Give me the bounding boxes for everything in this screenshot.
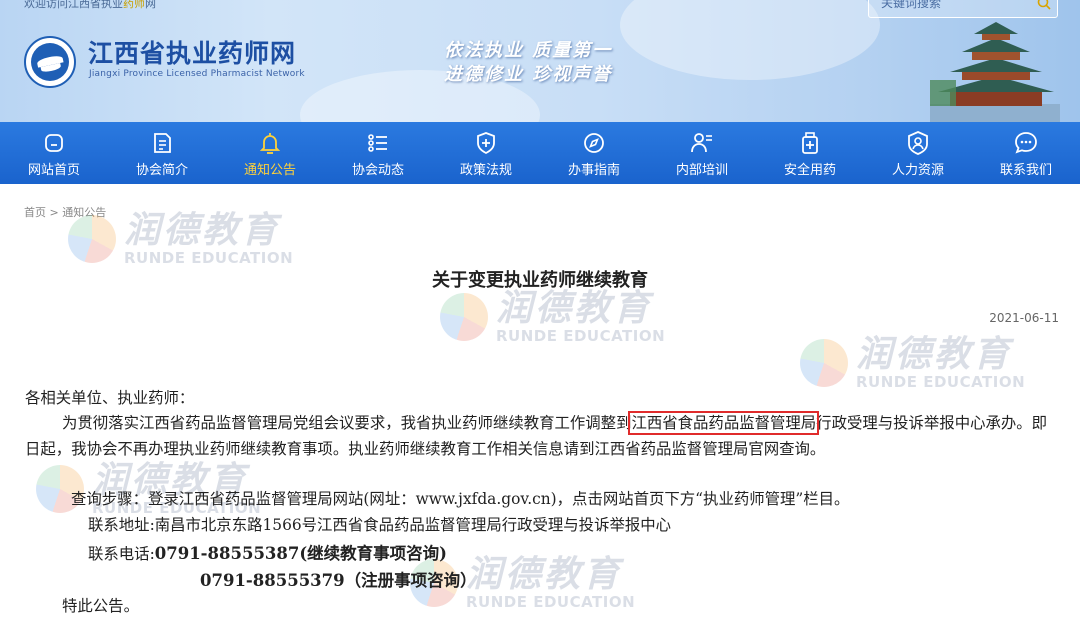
pagoda-illustration-icon <box>930 22 1060 122</box>
watermark-text: 润德教育 <box>496 288 653 329</box>
watermark-subtext: RUNDE EDUCATION <box>496 327 666 345</box>
breadcrumb-separator: > <box>49 206 59 219</box>
phone-label: 联系电话: <box>88 545 155 563</box>
nav-label: 通知公告 <box>243 163 296 178</box>
nav-label: 人力资源 <box>891 163 944 178</box>
bell-icon <box>259 133 281 154</box>
document-icon <box>154 133 171 153</box>
highlighted-agency-name: 江西省食品药品监督管理局 <box>628 411 820 435</box>
shield-plus-icon <box>477 132 495 155</box>
nav-label: 政策法规 <box>459 163 512 178</box>
query-steps: 查询步骤：登录江西省药品监督管理局网站(网址：www.jxfda.gov.cn)… <box>71 490 850 508</box>
search-box <box>868 0 1058 18</box>
breadcrumb: 首页 > 通知公告 <box>24 204 106 220</box>
nav-label: 网站首页 <box>27 163 80 178</box>
watermark: 润德教育 RUNDE EDUCATION <box>440 290 665 344</box>
watermark-logo-icon <box>800 339 848 387</box>
site-header: 欢迎访问江西省执业药师网 江西省执业药师网 Jiangxi Province L… <box>0 0 1080 122</box>
article-greeting: 各相关单位、执业药师： <box>25 389 195 407</box>
watermark-subtext: RUNDE EDUCATION <box>466 593 636 611</box>
logo-emblem-icon <box>31 43 69 81</box>
nav-item-about[interactable]: 协会简介 <box>108 122 216 184</box>
nav-item-contact[interactable]: 联系我们 <box>972 122 1080 184</box>
chat-bubble-icon <box>1015 132 1037 154</box>
watermark-text: 润德教育 <box>466 554 623 595</box>
contact-address: 联系地址:南昌市北京东路1566号江西省食品药品监督管理局行政受理与投诉举报中心 <box>88 516 672 534</box>
phone-number-registration: 0791-88555379（注册事项咨询） <box>200 571 477 590</box>
search-input[interactable] <box>869 0 1031 17</box>
phone-number-continuing-education: 0791-88555387(继续教育事项咨询) <box>154 544 447 563</box>
nav-item-home[interactable]: 网站首页 <box>0 122 108 184</box>
watermark-text: 润德教育 <box>124 210 281 251</box>
nav-label: 安全用药 <box>783 163 836 178</box>
article-title: 关于变更执业药师继续教育 <box>432 270 648 291</box>
slogan-line-1: 依法执业 质量第一 <box>444 40 613 61</box>
nav-label: 内部培训 <box>675 163 728 178</box>
contact-phone-1: 联系电话:0791-88555387(继续教育事项咨询) <box>88 540 447 564</box>
article-date: 2021-06-11 <box>989 311 1059 325</box>
list-icon <box>368 134 387 152</box>
watermark: 润德教育 RUNDE EDUCATION <box>68 212 293 266</box>
person-training-icon <box>691 133 712 153</box>
welcome-text: 欢迎访问江西省执业药师网 <box>24 0 156 10</box>
header-cloud-decoration <box>620 0 880 80</box>
article-main-paragraph: 为贯彻落实江西省药品监督管理局党组会议要求，我省执业药师继续教育工作调整到江西省… <box>25 410 1060 462</box>
home-icon <box>45 134 63 152</box>
site-title[interactable]: 江西省执业药师网 <box>88 34 296 70</box>
compass-icon <box>584 133 604 153</box>
breadcrumb-home-link[interactable]: 首页 <box>24 206 46 219</box>
breadcrumb-current[interactable]: 通知公告 <box>62 206 106 219</box>
search-icon[interactable] <box>1031 0 1057 17</box>
nav-label: 协会动态 <box>351 163 404 178</box>
nav-label: 办事指南 <box>567 163 620 178</box>
nav-item-safe-medication[interactable]: 安全用药 <box>756 122 864 184</box>
nav-item-hr[interactable]: 人力资源 <box>864 122 972 184</box>
nav-item-training[interactable]: 内部培训 <box>648 122 756 184</box>
watermark-logo-icon <box>440 293 488 341</box>
closing-remark: 特此公告。 <box>62 597 139 615</box>
main-text-before: 为贯彻落实江西省药品监督管理局党组会议要求，我省执业药师继续教育工作调整到 <box>62 414 632 432</box>
nav-item-guide[interactable]: 办事指南 <box>540 122 648 184</box>
watermark: 润德教育 RUNDE EDUCATION <box>800 336 1025 390</box>
site-subtitle: Jiangxi Province Licensed Pharmacist Net… <box>89 69 305 79</box>
nav-label: 协会简介 <box>135 163 188 178</box>
slogan-line-2: 进德修业 珍视声誉 <box>444 64 613 85</box>
nav-item-news[interactable]: 协会动态 <box>324 122 432 184</box>
nav-item-notices[interactable]: 通知公告 <box>216 122 324 184</box>
watermark-logo-icon <box>68 215 116 263</box>
medicine-bottle-icon <box>802 132 818 154</box>
watermark-subtext: RUNDE EDUCATION <box>124 249 294 267</box>
nav-item-policy[interactable]: 政策法规 <box>432 122 540 184</box>
main-nav: 网站首页 协会简介 通知公告 协会动态 政策法规 办事指南 内部培训 安全用药 … <box>0 122 1080 184</box>
site-logo[interactable] <box>24 36 76 88</box>
person-badge-icon <box>908 131 928 155</box>
watermark-text: 润德教育 <box>856 334 1013 375</box>
nav-label: 联系我们 <box>999 163 1052 178</box>
